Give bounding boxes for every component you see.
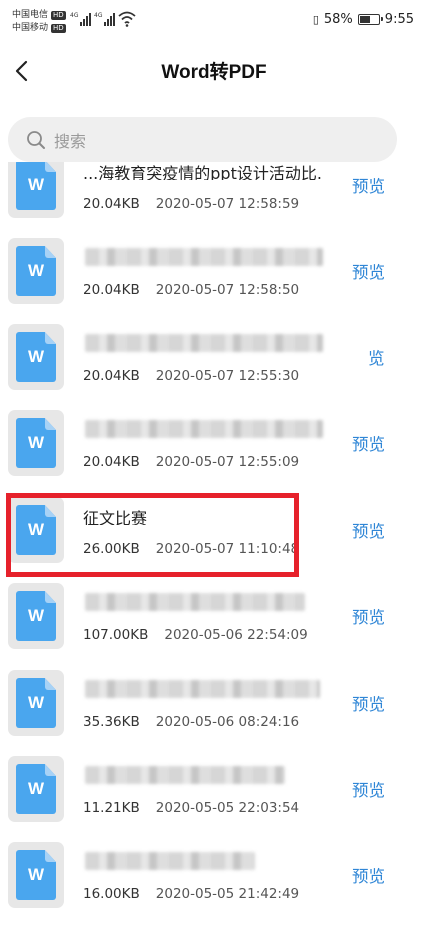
file-size: 20.04KB xyxy=(83,368,140,384)
status-right: ▯ 58% 9:55 xyxy=(313,12,414,27)
blurred-file-name xyxy=(85,593,305,611)
file-date: 2020-05-06 08:24:16 xyxy=(155,714,300,730)
word-file-icon: W xyxy=(8,410,64,476)
file-size: 20.04KB xyxy=(83,282,140,298)
word-letter: W xyxy=(27,779,45,798)
file-meta: 20.04KB 2020-05-07 12:55:09 xyxy=(83,454,299,470)
search-input[interactable]: 搜索 xyxy=(8,117,397,162)
preview-button[interactable]: 预览 xyxy=(352,173,385,197)
word-letter: W xyxy=(27,433,45,452)
blurred-file-name xyxy=(85,680,320,698)
hd-badge: HD xyxy=(51,24,66,33)
file-meta: 16.00KB 2020-05-05 21:42:49 xyxy=(83,886,299,902)
file-date: 2020-05-07 12:58:59 xyxy=(155,196,300,212)
preview-button[interactable]: 预览 xyxy=(352,431,385,455)
file-date: 2020-05-07 12:55:30 xyxy=(155,368,300,384)
preview-button[interactable]: 预览 xyxy=(352,863,385,887)
carrier-info: 中国电信 HD 中国移动 HD xyxy=(12,9,66,35)
hd-badge: HD xyxy=(51,11,66,20)
wifi-icon xyxy=(118,11,136,27)
blurred-file-name xyxy=(85,766,285,784)
file-row[interactable]: W 20.04KB 2020-05-07 12:55:09 预览 xyxy=(0,400,428,486)
header: Word转PDF xyxy=(0,44,428,98)
file-row[interactable]: W 20.04KB 2020-05-07 12:58:50 预览 xyxy=(0,228,428,314)
file-meta: 20.04KB 2020-05-07 12:55:30 xyxy=(83,368,299,384)
word-letter: W xyxy=(27,606,45,625)
file-row[interactable]: W 107.00KB 2020-05-06 22:54:09 预览 xyxy=(0,573,428,659)
file-size: 107.00KB xyxy=(83,627,149,643)
preview-button[interactable]: 预览 xyxy=(352,604,385,628)
preview-button[interactable]: 预览 xyxy=(352,518,385,542)
file-size: 20.04KB xyxy=(83,196,140,212)
word-letter: W xyxy=(27,693,45,712)
file-row[interactable]: W 20.04KB 2020-05-07 12:55:30 览 xyxy=(0,314,428,400)
preview-button[interactable]: 览 xyxy=(368,345,385,369)
word-file-icon: W xyxy=(8,670,64,736)
file-row[interactable]: W 35.36KB 2020-05-06 08:24:16 预览 xyxy=(0,660,428,746)
word-file-icon: W xyxy=(8,162,64,218)
preview-button[interactable]: 预览 xyxy=(352,691,385,715)
search-icon xyxy=(27,130,45,149)
page-title: Word转PDF xyxy=(161,62,267,83)
file-meta: 107.00KB 2020-05-06 22:54:09 xyxy=(83,627,308,643)
signal-1-icon: 4G xyxy=(70,12,92,26)
file-row[interactable]: W 11.21KB 2020-05-05 22:03:54 预览 xyxy=(0,746,428,832)
word-file-icon: W xyxy=(8,583,64,649)
blurred-file-name xyxy=(85,248,323,266)
word-file-icon: W xyxy=(8,756,64,822)
word-file-icon: W xyxy=(8,842,64,908)
preview-button[interactable]: 预览 xyxy=(352,259,385,283)
preview-button[interactable]: 预览 xyxy=(352,777,385,801)
word-letter: W xyxy=(27,865,45,884)
blurred-file-name xyxy=(85,420,323,438)
vibrate-icon: ▯ xyxy=(312,13,319,26)
blurred-file-name xyxy=(85,852,255,870)
file-date: 2020-05-07 12:55:09 xyxy=(155,454,300,470)
blurred-file-name xyxy=(85,334,323,352)
clock: 9:55 xyxy=(384,12,414,27)
carrier-1-label: 中国电信 xyxy=(12,10,49,20)
file-meta: 20.04KB 2020-05-07 12:58:50 xyxy=(83,282,299,298)
word-letter: W xyxy=(27,261,45,280)
word-file-icon: W xyxy=(8,324,64,390)
file-size: 11.21KB xyxy=(83,800,140,816)
file-row[interactable]: W 16.00KB 2020-05-05 21:42:49 预览 xyxy=(0,832,428,918)
signal-2-icon: 4G xyxy=(94,12,116,26)
search-placeholder: 搜索 xyxy=(54,131,87,151)
status-bar: 中国电信 HD 中国移动 HD 4G 4G ▯ 58% 9:55 xyxy=(0,0,428,44)
file-size: 16.00KB xyxy=(83,886,140,902)
file-meta: 35.36KB 2020-05-06 08:24:16 xyxy=(83,714,299,730)
battery-percent: 58% xyxy=(323,12,353,27)
file-name: ...海教育突疫情的ppt设计活动比... xyxy=(83,164,323,180)
file-meta: 11.21KB 2020-05-05 22:03:54 xyxy=(83,800,299,816)
file-size: 35.36KB xyxy=(83,714,140,730)
word-letter: W xyxy=(27,175,45,194)
file-size: 20.04KB xyxy=(83,454,140,470)
file-meta: 20.04KB 2020-05-07 12:58:59 xyxy=(83,196,299,212)
file-row[interactable]: W ...海教育突疫情的ppt设计活动比... 20.04KB 2020-05-07 … xyxy=(0,162,428,228)
carrier-2-label: 中国移动 xyxy=(12,23,49,33)
word-file-icon: W xyxy=(8,238,64,304)
word-letter: W xyxy=(27,347,45,366)
battery-icon xyxy=(357,14,383,25)
file-date: 2020-05-07 12:58:50 xyxy=(155,282,300,298)
file-date: 2020-05-06 22:54:09 xyxy=(164,627,308,643)
file-date: 2020-05-05 21:42:49 xyxy=(155,886,300,902)
file-date: 2020-05-05 22:03:54 xyxy=(155,800,300,816)
highlight-box xyxy=(6,493,299,577)
